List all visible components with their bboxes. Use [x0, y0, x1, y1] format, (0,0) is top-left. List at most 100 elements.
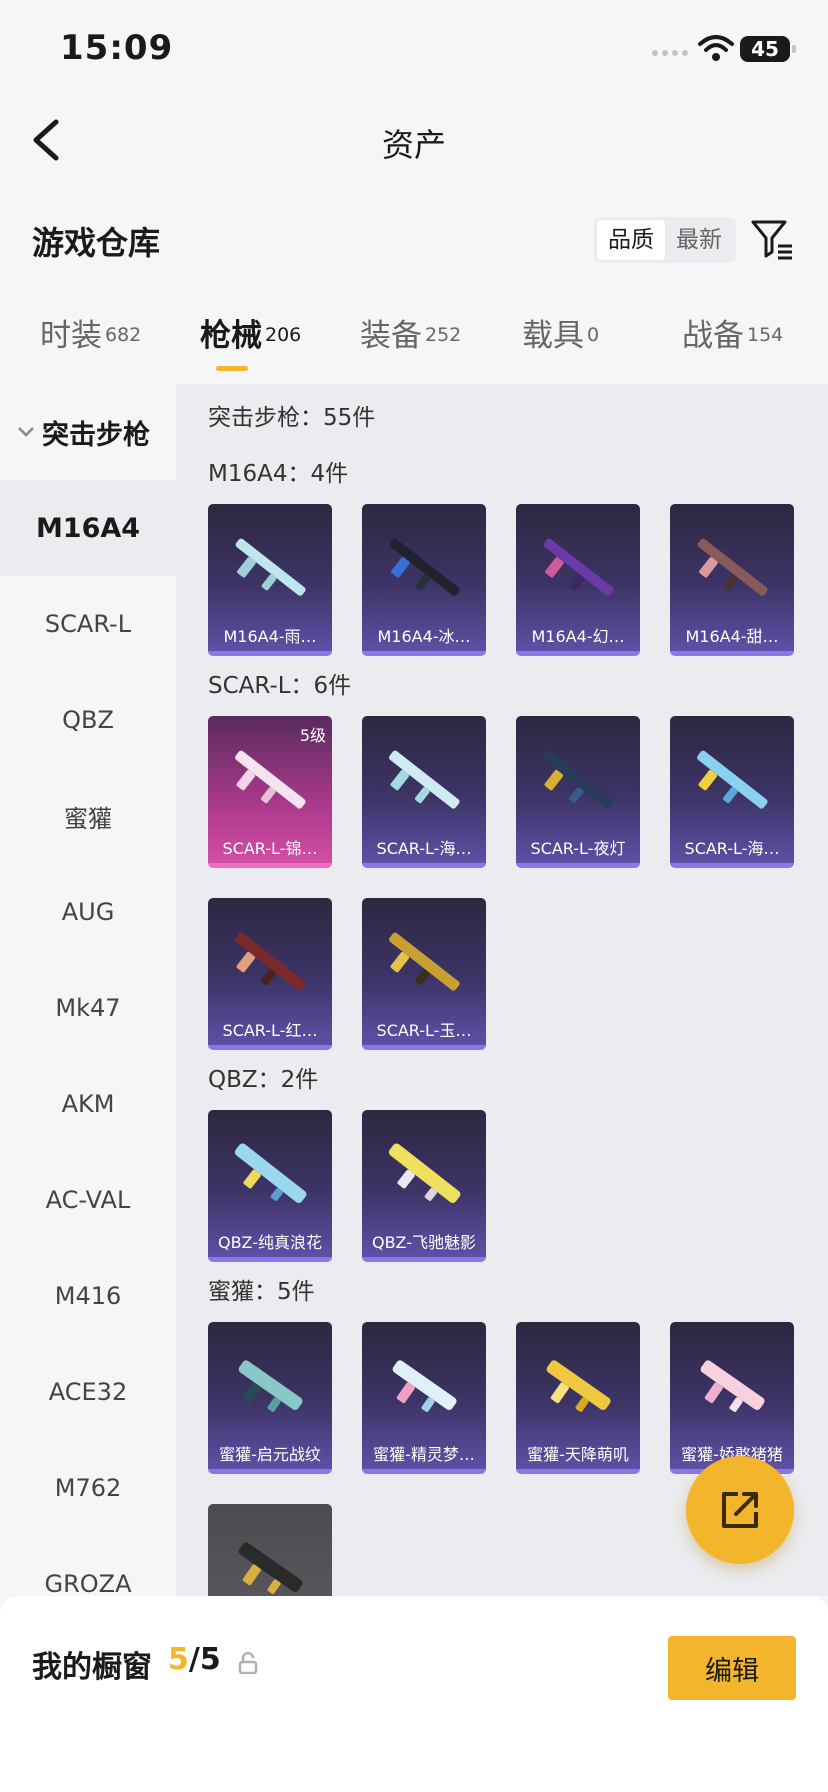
weapon-card[interactable]: M16A4-幻… — [516, 504, 640, 656]
weapon-card[interactable]: QBZ-飞驰魅影 — [362, 1110, 486, 1262]
weapon-card[interactable]: M16A4-甜… — [670, 504, 794, 656]
sort-toggle: 品质 最新 — [594, 217, 736, 263]
weapon-card[interactable]: SCAR-L-海… — [670, 716, 794, 868]
weapon-card-label: 蜜獾-精灵梦… — [373, 1445, 475, 1464]
sidebar-item-m762[interactable]: M762 — [0, 1440, 176, 1536]
share-button[interactable] — [686, 1456, 794, 1564]
sidebar-item-aug[interactable]: AUG — [0, 864, 176, 960]
edit-button[interactable]: 编辑 — [668, 1636, 796, 1700]
sidebar-item-ace32[interactable]: ACE32 — [0, 1344, 176, 1440]
weapon-card-label: SCAR-L-红… — [222, 1021, 318, 1040]
weapon-card[interactable]: SCAR-L-红… — [208, 898, 332, 1050]
tab-label: 战备 — [682, 318, 744, 354]
rifle-icon — [238, 1360, 303, 1412]
weapon-grid: 突击步枪：55件 M16A4：4件 M16A4-雨… M16A4-冰… M16A… — [176, 384, 828, 1596]
rifle-icon — [697, 750, 768, 809]
weapon-card[interactable]: M16A4-冰… — [362, 504, 486, 656]
weapon-card[interactable] — [208, 1504, 332, 1596]
showcase-count: 5/5 — [168, 1642, 221, 1677]
sidebar-item-honey-badger[interactable]: 蜜獾 — [0, 768, 176, 864]
rifle-icon — [543, 750, 614, 809]
weapon-card-label: SCAR-L-锦… — [222, 839, 318, 858]
category-total: 突击步枪：55件 — [208, 405, 376, 431]
sidebar-item-mk47[interactable]: Mk47 — [0, 960, 176, 1056]
weapon-card[interactable]: SCAR-L-夜灯 — [516, 716, 640, 868]
tab-label: 载具 — [522, 318, 584, 354]
wifi-icon — [698, 35, 734, 61]
page-title: 资产 — [381, 126, 446, 164]
weapon-card-label: SCAR-L-夜灯 — [530, 839, 626, 858]
showcase-current: 5 — [168, 1642, 189, 1677]
share-icon — [722, 1492, 758, 1528]
rifle-icon — [700, 1360, 765, 1412]
tab-count: 0 — [587, 324, 600, 346]
status-bar: 15:09 45 — [0, 0, 828, 100]
rifle-icon — [697, 538, 768, 596]
sort-newest-button[interactable]: 最新 — [665, 220, 733, 260]
tab-supplies[interactable]: 战备 154 — [682, 310, 783, 355]
weapon-card[interactable]: 蜜獾-娇憨猪猪 — [670, 1322, 794, 1474]
rifle-icon — [389, 750, 460, 809]
signal-icon — [652, 50, 688, 56]
rifle-icon — [392, 1360, 457, 1412]
sort-quality-button[interactable]: 品质 — [597, 220, 665, 260]
showcase-total: /5 — [188, 1642, 221, 1677]
tab-vehicles[interactable]: 载具 0 — [522, 310, 599, 355]
sidebar-group-assault-rifles[interactable]: 突击步枪 — [0, 384, 176, 480]
weapon-card-label: M16A4-冰… — [377, 627, 471, 646]
rifle-icon — [543, 538, 614, 596]
weapon-card[interactable]: SCAR-L-海… — [362, 716, 486, 868]
weapon-card[interactable]: 蜜獾-天降萌叽 — [516, 1322, 640, 1474]
sidebar-group-label: 突击步枪 — [42, 419, 150, 451]
category-tabs: 时装 682 枪械 206 装备 252 载具 0 战备 154 — [0, 310, 828, 380]
tab-equipment[interactable]: 装备 252 — [360, 310, 461, 355]
status-time: 15:09 — [60, 28, 174, 68]
sidebar-item-qbz[interactable]: QBZ — [0, 672, 176, 768]
weapon-card[interactable]: SCAR-L-玉… — [362, 898, 486, 1050]
tab-count: 206 — [265, 324, 302, 346]
weapon-card[interactable]: 蜜獾-精灵梦… — [362, 1322, 486, 1474]
rifle-icon — [234, 1143, 307, 1203]
tab-label: 时装 — [40, 318, 102, 354]
weapon-card-label: M16A4-雨… — [223, 627, 317, 646]
tab-fashion[interactable]: 时装 682 — [40, 310, 141, 355]
weapon-card-label: SCAR-L-海… — [684, 839, 780, 858]
sidebar-item-m416[interactable]: M416 — [0, 1248, 176, 1344]
tab-count: 252 — [425, 324, 462, 346]
section-label: SCAR-L：6件 — [208, 673, 352, 699]
nav-bar: 资产 — [0, 100, 828, 180]
sidebar-item-ac-val[interactable]: AC-VAL — [0, 1152, 176, 1248]
tab-firearms[interactable]: 枪械 206 — [200, 310, 301, 355]
lock-icon — [238, 1652, 258, 1674]
weapon-sidebar: 突击步枪 M16A4 SCAR-L QBZ 蜜獾 AUG Mk47 AKM AC… — [0, 384, 176, 1596]
weapon-card[interactable]: 5级 SCAR-L-锦… — [208, 716, 332, 868]
section-label: 蜜獾：5件 — [208, 1279, 315, 1305]
filter-icon[interactable] — [750, 218, 794, 262]
section-label: M16A4：4件 — [208, 461, 349, 487]
section-label: QBZ：2件 — [208, 1067, 319, 1093]
sidebar-item-scar-l[interactable]: SCAR-L — [0, 576, 176, 672]
rifle-icon — [389, 932, 460, 991]
chevron-down-icon — [18, 427, 34, 437]
weapon-card-label: QBZ-飞驰魅影 — [371, 1233, 477, 1252]
rifle-icon — [389, 538, 460, 596]
showcase-label: 我的橱窗 — [32, 1650, 152, 1685]
tab-label: 枪械 — [200, 318, 262, 354]
weapon-card[interactable]: QBZ-纯真浪花 — [208, 1110, 332, 1262]
sidebar-item-groza[interactable]: GROZA — [0, 1536, 176, 1596]
warehouse-title: 游戏仓库 — [32, 224, 161, 262]
sidebar-item-m16a4[interactable]: M16A4 — [0, 480, 176, 576]
weapon-card-label: SCAR-L-玉… — [376, 1021, 472, 1040]
weapon-card[interactable]: M16A4-雨… — [208, 504, 332, 656]
battery-icon: 45 — [740, 36, 796, 62]
weapon-card[interactable]: 蜜獾-启元战纹 — [208, 1322, 332, 1474]
rifle-icon — [235, 750, 306, 809]
weapon-card-label: 蜜獾-启元战纹 — [219, 1445, 321, 1464]
rifle-icon — [388, 1143, 461, 1203]
rifle-icon — [546, 1360, 611, 1412]
weapon-card-label: SCAR-L-海… — [376, 839, 472, 858]
rifle-icon — [238, 1542, 303, 1594]
tab-count: 682 — [105, 324, 142, 346]
tab-count: 154 — [747, 324, 784, 346]
sidebar-item-akm[interactable]: AKM — [0, 1056, 176, 1152]
